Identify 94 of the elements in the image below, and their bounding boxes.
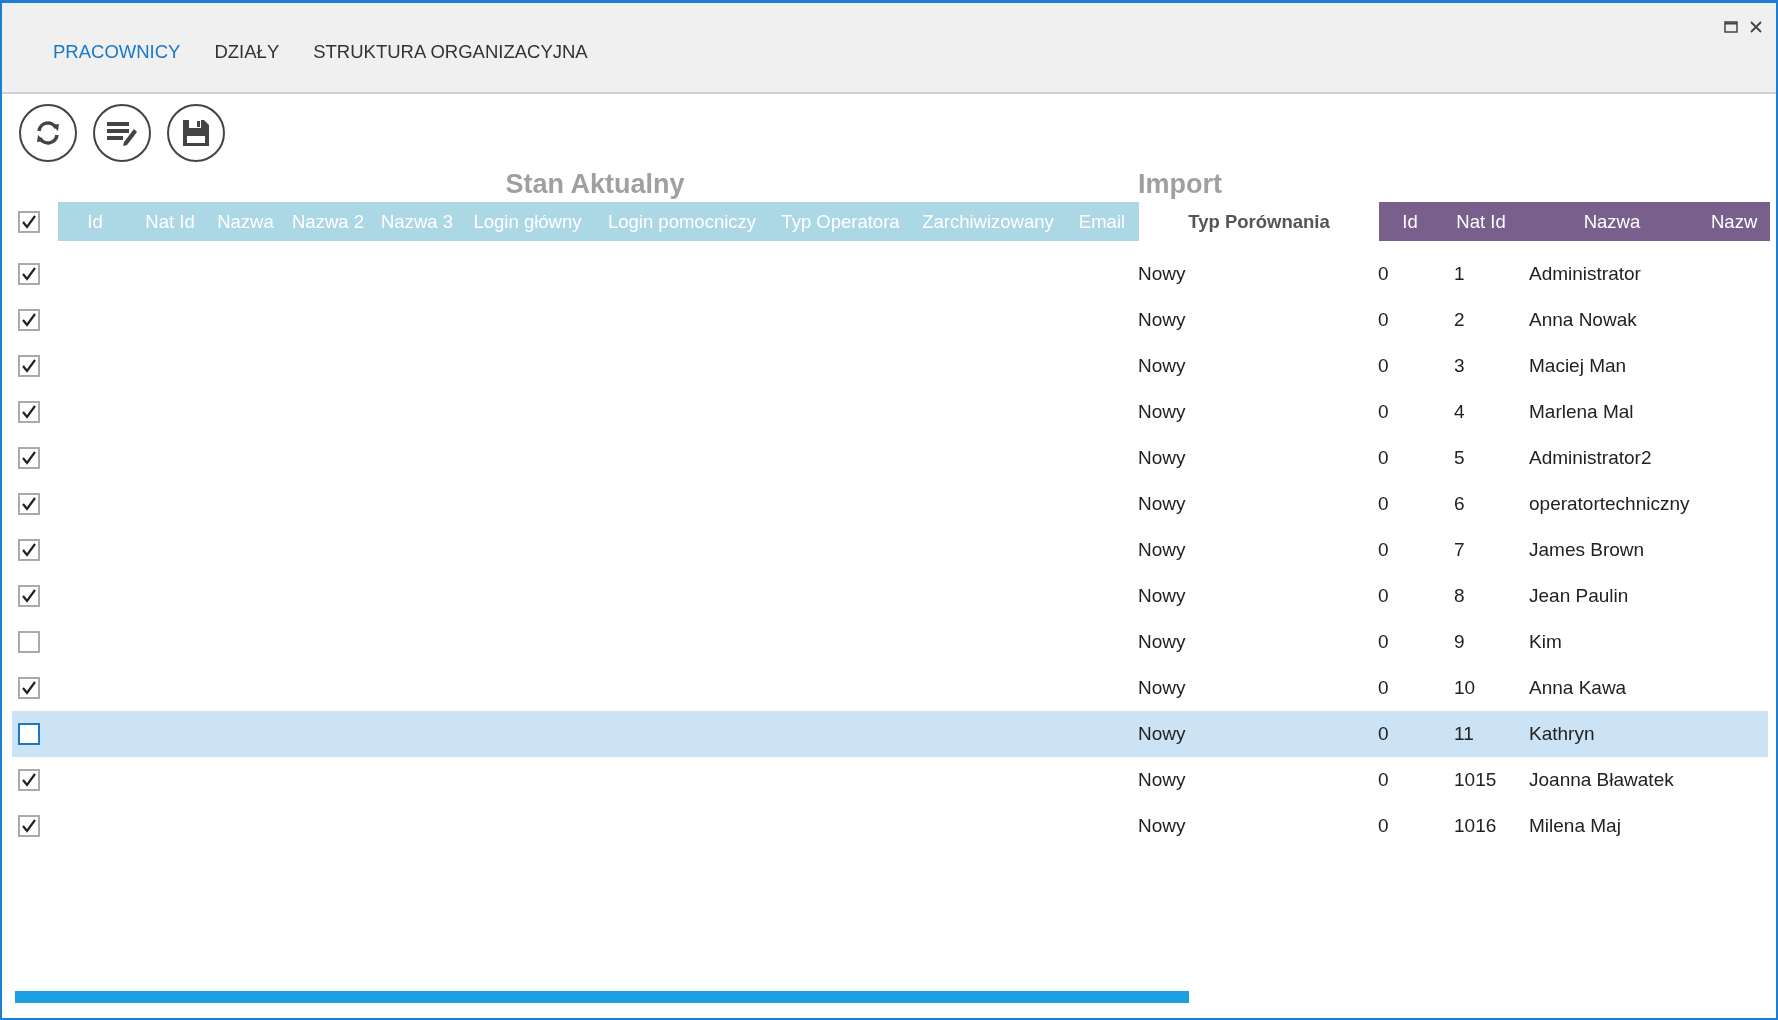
- table-cell: 0: [1378, 309, 1389, 330]
- table-cell: Maciej Man: [1529, 355, 1627, 376]
- table-cell: 2: [1454, 309, 1465, 330]
- tab[interactable]: STRUKTURA ORGANIZACYJNA: [313, 41, 588, 63]
- row-checkbox[interactable]: [18, 769, 40, 791]
- column-header: Nazwa: [1582, 209, 1642, 234]
- table-cell: Joanna Bławatek: [1529, 769, 1674, 790]
- table-cell: 1015: [1454, 769, 1497, 790]
- table-cell: 0: [1378, 539, 1389, 560]
- section-title: Stan Aktualny: [505, 169, 685, 199]
- table-cell: Nowy: [1138, 769, 1186, 790]
- refresh-button[interactable]: [19, 104, 77, 162]
- table-cell: Administrator2: [1529, 447, 1652, 468]
- table-cell: 4: [1454, 401, 1465, 422]
- table-cell: Milena Maj: [1529, 815, 1621, 836]
- maximize-icon[interactable]: [1724, 21, 1738, 33]
- row-checkbox[interactable]: [18, 401, 40, 423]
- column-header: Nat Id: [1455, 209, 1507, 234]
- table-cell: Nowy: [1138, 677, 1186, 698]
- column-header: Id: [1401, 209, 1419, 234]
- edit-list-button[interactable]: [93, 104, 151, 162]
- row-checkbox[interactable]: [18, 309, 40, 331]
- table-cell: Nowy: [1138, 493, 1186, 514]
- row-checkbox[interactable]: [18, 447, 40, 469]
- column-header: Login pomocniczy: [606, 209, 758, 234]
- table-cell: 5: [1454, 447, 1465, 468]
- table-cell: Nowy: [1138, 263, 1186, 284]
- table-cell: Kim: [1529, 631, 1562, 652]
- horizontal-scrollbar[interactable]: [15, 991, 1189, 1003]
- row-checkbox[interactable]: [18, 585, 40, 607]
- row-checkbox[interactable]: [18, 723, 40, 745]
- table-cell: 7: [1454, 539, 1465, 560]
- table-cell: Administrator: [1529, 263, 1641, 284]
- table-cell: 0: [1378, 677, 1389, 698]
- column-header: Nazwa 3: [380, 209, 454, 234]
- row-checkbox[interactable]: [18, 815, 40, 837]
- table-cell: Nowy: [1138, 309, 1186, 330]
- table-cell: Anna Kawa: [1529, 677, 1627, 698]
- table-cell: 8: [1454, 585, 1465, 606]
- table-cell: Kathryn: [1529, 723, 1595, 744]
- list-pencil-icon: [106, 120, 138, 146]
- column-header: Id: [86, 209, 104, 234]
- table-cell: 0: [1378, 401, 1389, 422]
- table-cell: James Brown: [1529, 539, 1645, 560]
- table-cell: Jean Paulin: [1529, 585, 1629, 606]
- column-header: Nazwa: [216, 209, 275, 234]
- table-cell: Nowy: [1138, 539, 1186, 560]
- row-checkbox[interactable]: [18, 677, 40, 699]
- column-header: Login główny: [472, 209, 583, 234]
- table-cell: 1: [1454, 263, 1465, 284]
- table-cell: 0: [1378, 815, 1389, 836]
- table-cell: 10: [1454, 677, 1476, 698]
- table-cell: 0: [1378, 631, 1389, 652]
- table-cell: 0: [1378, 355, 1389, 376]
- tab[interactable]: PRACOWNICY: [53, 41, 181, 63]
- table-cell: Nowy: [1138, 815, 1186, 836]
- table-cell: Nowy: [1138, 723, 1186, 744]
- select-all-checkbox[interactable]: [18, 210, 40, 233]
- table-cell: Nowy: [1138, 631, 1186, 652]
- table-cell: Marlena Mal: [1529, 401, 1634, 422]
- table-cell: Anna Nowak: [1529, 309, 1637, 330]
- close-icon[interactable]: [1750, 21, 1762, 33]
- table-cell: Nowy: [1138, 585, 1186, 606]
- row-checkbox[interactable]: [18, 355, 40, 377]
- table-cell: 1016: [1454, 815, 1497, 836]
- table-cell: Nowy: [1138, 401, 1186, 422]
- table-cell: 6: [1454, 493, 1465, 514]
- table-cell: Nowy: [1138, 355, 1186, 376]
- column-header: Nazwa 2: [291, 209, 365, 234]
- row-checkbox[interactable]: [18, 263, 40, 285]
- column-header: Nat Id: [144, 209, 196, 234]
- table-cell: 0: [1378, 585, 1389, 606]
- table-cell: operatortechniczny: [1529, 493, 1690, 514]
- column-header: Nazw: [1710, 209, 1759, 234]
- column-header: Email: [1077, 209, 1127, 234]
- column-header: Zarchiwizowany: [921, 209, 1055, 234]
- table-cell: 11: [1454, 723, 1474, 744]
- section-title: Import: [1138, 169, 1222, 199]
- table-cell: 0: [1378, 769, 1389, 790]
- table-cell: 0: [1378, 263, 1389, 284]
- column-header: Typ Operatora: [780, 209, 901, 234]
- table-cell: 9: [1454, 631, 1465, 652]
- tab[interactable]: DZIAŁY: [214, 41, 280, 63]
- row-checkbox[interactable]: [18, 493, 40, 515]
- row-checkbox[interactable]: [18, 631, 40, 653]
- table-cell: 0: [1378, 447, 1389, 468]
- column-header: Typ Porównania: [1188, 210, 1330, 233]
- table-cell: 0: [1378, 723, 1389, 744]
- table-cell: 0: [1378, 493, 1389, 514]
- table-cell: 3: [1454, 355, 1465, 376]
- save-button[interactable]: [167, 104, 225, 162]
- selected-row[interactable]: Nowy 0 11 Kathryn: [12, 711, 1768, 757]
- table-cell: Nowy: [1138, 447, 1186, 468]
- row-checkbox[interactable]: [18, 539, 40, 561]
